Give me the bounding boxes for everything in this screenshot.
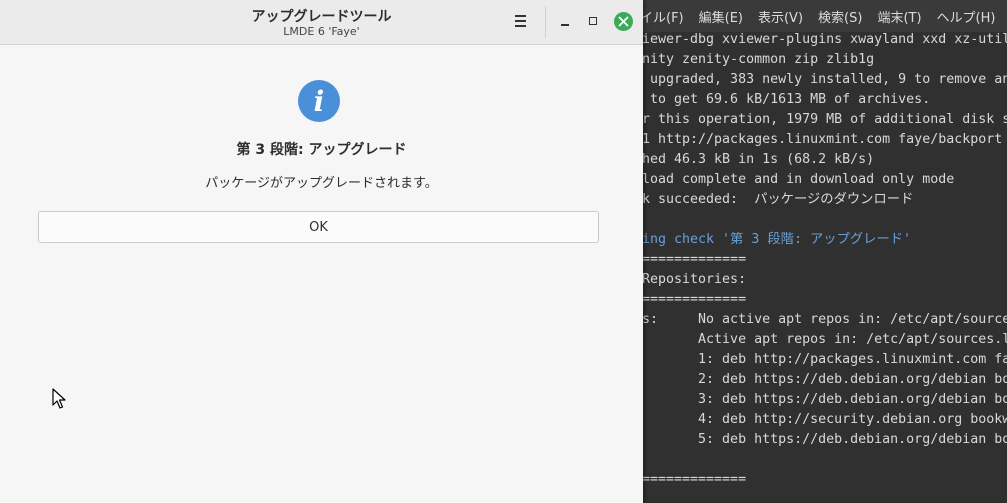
- hamburger-icon: [514, 15, 526, 17]
- terminal-line: Active apt repos in: /etc/apt/sources.l: [642, 332, 1007, 347]
- close-icon: [618, 16, 629, 27]
- terminal-line: iewer-dbg xviewer-plugins xwayland xxd x…: [642, 32, 1007, 47]
- menu-edit[interactable]: 編集(E): [699, 7, 743, 26]
- info-icon: i: [298, 80, 340, 122]
- terminal-output[interactable]: iewer-dbg xviewer-plugins xwayland xxd x…: [642, 30, 1007, 503]
- terminal-line: 2: deb https://deb.debian.org/debian bo: [642, 372, 1007, 387]
- mouse-pointer-icon: [52, 388, 66, 409]
- terminal-menu-list: イル(F) 編集(E) 表示(V) 検索(S) 端末(T) ヘルプ(H): [640, 0, 995, 32]
- ok-button[interactable]: OK: [38, 211, 599, 243]
- minimize-button[interactable]: [557, 13, 573, 31]
- terminal-line: load complete and in download only mode: [642, 172, 955, 187]
- terminal-line: 1 http://packages.linuxmint.com faye/bac…: [642, 132, 1003, 147]
- terminal-line: hed 46.3 kB in 1s (68.2 kB/s): [642, 152, 875, 167]
- dialog-heading: 第 3 段階: アップグレード: [236, 142, 407, 158]
- terminal-line: upgraded, 383 newly installed, 9 to remo…: [642, 72, 1007, 87]
- terminal-line: 3: deb https://deb.debian.org/debian bo: [642, 392, 1007, 407]
- menu-terminal[interactable]: 端末(T): [877, 7, 921, 26]
- menu-help[interactable]: ヘルプ(H): [937, 7, 996, 26]
- terminal-line: r this operation, 1979 MB of additional …: [642, 112, 1007, 127]
- terminal-line: 5: deb https://deb.debian.org/debian bo: [642, 432, 1007, 447]
- terminal-line: 1: deb http://packages.linuxmint.com fa: [642, 352, 1007, 367]
- menu-search[interactable]: 検索(S): [818, 7, 862, 26]
- menu-file[interactable]: イル(F): [640, 7, 684, 26]
- terminal-line: 4: deb http://security.debian.org bookw: [642, 412, 1007, 427]
- terminal-line: Repositories:: [642, 272, 747, 287]
- terminal-line: to get 69.6 kB/1613 MB of archives.: [642, 92, 931, 107]
- upgrade-tool-dialog: アップグレードツール LMDE 6 'Faye' i 第 3 段階: アップグレ…: [0, 0, 643, 503]
- terminal-line: =============: [642, 292, 747, 307]
- terminal-line: s: No active apt repos in: /etc/apt/sour…: [642, 312, 1007, 327]
- terminal-line: =============: [642, 472, 747, 487]
- titlebar-separator: [545, 6, 546, 38]
- hamburger-icon-bar: [514, 25, 526, 27]
- terminal-line: =============: [642, 252, 747, 267]
- dialog-message: パッケージがアップグレードされます。: [205, 176, 438, 191]
- maximize-button[interactable]: [585, 13, 601, 31]
- svg-text:i: i: [314, 85, 325, 118]
- terminal-line: nity zenity-common zip zlib1g: [642, 52, 875, 67]
- window-subtitle: LMDE 6 'Faye': [283, 25, 360, 38]
- menu-view[interactable]: 表示(V): [758, 7, 803, 26]
- hamburger-menu-button[interactable]: [509, 12, 531, 32]
- hamburger-icon-bar: [514, 20, 526, 22]
- close-button[interactable]: [614, 12, 633, 31]
- terminal-line: ing check '第 3 段階: アップグレード': [642, 232, 912, 247]
- terminal-line: k succeeded: パッケージのダウンロード: [642, 192, 914, 207]
- window-title: アップグレードツール: [251, 9, 392, 25]
- titlebar: アップグレードツール LMDE 6 'Faye': [0, 0, 643, 45]
